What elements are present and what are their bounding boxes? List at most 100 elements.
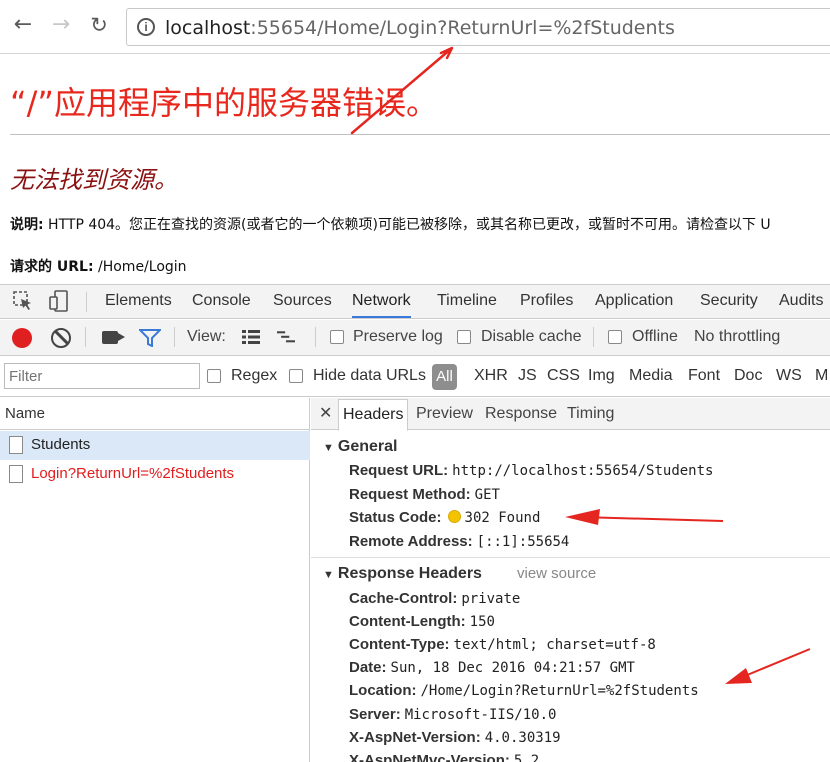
filter-type-doc[interactable]: Doc	[734, 367, 762, 385]
clear-icon[interactable]	[51, 328, 71, 348]
filter-type-font[interactable]: Font	[688, 367, 720, 385]
preserve-log-checkbox[interactable]	[330, 330, 344, 344]
header-row: X-AspNet-Version: 4.0.30319	[349, 729, 561, 746]
requested-url-label: 请求的 URL:	[10, 259, 94, 275]
header-value: 150	[469, 614, 495, 630]
forward-arrow-icon[interactable]: →	[48, 12, 74, 38]
address-url[interactable]: localhost:55654/Home/Login?ReturnUrl=%2f…	[165, 17, 675, 39]
filter-type-ws[interactable]: WS	[776, 367, 802, 385]
document-icon	[9, 465, 23, 483]
close-icon[interactable]: ✕	[319, 403, 332, 423]
filter-type-xhr[interactable]: XHR	[474, 367, 508, 385]
devtools-panel: Elements Console Sources Network Timelin…	[0, 284, 830, 762]
back-arrow-icon[interactable]: ←	[10, 12, 36, 38]
header-row: Content-Type: text/html; charset=utf-8	[349, 636, 656, 653]
toolbar-separator	[174, 327, 175, 347]
tab-security[interactable]: Security	[700, 292, 758, 310]
header-key: Remote Address:	[349, 533, 473, 550]
offline-label: Offline	[632, 328, 678, 345]
filter-type-all[interactable]: All	[432, 364, 457, 390]
tab-preview[interactable]: Preview	[416, 405, 473, 423]
tab-network[interactable]: Network	[352, 292, 411, 318]
header-value: /Home/Login?ReturnUrl=%2fStudents	[420, 683, 699, 699]
large-rows-icon[interactable]	[242, 330, 260, 344]
status-dot-icon	[447, 510, 461, 523]
header-value: http://localhost:55654/Students	[452, 463, 714, 479]
general-section-header[interactable]: ▼ General	[323, 438, 397, 456]
header-value: 4.0.30319	[484, 730, 561, 746]
tab-timeline[interactable]: Timeline	[437, 292, 497, 310]
toolbar-separator	[85, 327, 86, 347]
tab-audits[interactable]: Audits	[779, 292, 823, 310]
toolbar-separator	[593, 327, 594, 347]
address-bar[interactable]: i localhost:55654/Home/Login?ReturnUrl=%…	[126, 8, 830, 46]
header-row: Status Code: 302 Found	[349, 509, 540, 526]
tab-console[interactable]: Console	[192, 292, 251, 310]
detail-tabbar: ✕ Headers Preview Response Timing	[311, 398, 830, 431]
tab-application[interactable]: Application	[595, 292, 673, 310]
filter-type-css[interactable]: CSS	[547, 367, 580, 385]
tab-profiles[interactable]: Profiles	[520, 292, 573, 310]
header-key: Request URL:	[349, 462, 449, 479]
section-divider	[311, 557, 830, 558]
response-headers-title: Response Headers	[337, 565, 482, 582]
response-headers-section-header[interactable]: ▼ Response Headers	[323, 565, 482, 583]
header-row: Cache-Control: private	[349, 590, 520, 607]
tab-sources[interactable]: Sources	[273, 292, 332, 310]
hide-data-urls-label: Hide data URLs	[313, 367, 426, 384]
disable-cache-checkbox[interactable]	[457, 330, 471, 344]
url-path: :55654/Home/Login?ReturnUrl=%2fStudents	[250, 17, 675, 39]
preserve-log-label: Preserve log	[353, 328, 443, 345]
request-row[interactable]: Students	[0, 431, 310, 460]
header-value: 5.2	[513, 753, 540, 762]
regex-checkbox[interactable]	[207, 369, 221, 383]
request-name: Login?ReturnUrl=%2fStudents	[31, 465, 235, 482]
request-row[interactable]: Login?ReturnUrl=%2fStudents	[0, 460, 310, 489]
browser-toolbar: ← → ↻ i localhost:55654/Home/Login?Retur…	[0, 0, 830, 54]
devtools-tabbar: Elements Console Sources Network Timelin…	[0, 285, 830, 319]
filter-type-media[interactable]: Media	[629, 367, 673, 385]
tab-headers[interactable]: Headers	[338, 399, 409, 431]
description-label: 说明:	[10, 217, 44, 233]
disable-cache-label: Disable cache	[481, 328, 582, 345]
waterfall-icon[interactable]	[277, 330, 295, 344]
device-mode-icon[interactable]	[48, 290, 70, 312]
header-key: Content-Type:	[349, 636, 450, 653]
capture-screenshots-icon[interactable]	[102, 331, 125, 344]
header-key: Cache-Control:	[349, 590, 458, 607]
hide-data-urls-checkbox[interactable]	[289, 369, 303, 383]
toolbar-separator	[315, 327, 316, 347]
name-column-header[interactable]: Name	[0, 398, 310, 430]
record-icon[interactable]	[12, 328, 32, 348]
tab-elements[interactable]: Elements	[105, 292, 172, 310]
header-key: X-AspNetMvc-Version:	[349, 752, 510, 762]
filter-input[interactable]	[4, 363, 200, 389]
filter-type-js[interactable]: JS	[518, 367, 537, 385]
header-key: X-AspNet-Version:	[349, 729, 481, 746]
offline-checkbox[interactable]	[608, 330, 622, 344]
header-key: Request Method:	[349, 486, 471, 503]
tab-timing[interactable]: Timing	[567, 405, 614, 423]
info-icon[interactable]: i	[137, 18, 155, 36]
description-text: HTTP 404。您正在查找的资源(或者它的一个依赖项)可能已被移除，或其名称已…	[43, 217, 771, 233]
regex-label: Regex	[231, 367, 278, 384]
requested-url: 请求的 URL: /Home/Login	[10, 256, 187, 276]
header-value: GET	[474, 487, 500, 503]
header-key: Date:	[349, 659, 387, 676]
throttling-select[interactable]: No throttling	[694, 328, 780, 346]
view-source-link[interactable]: view source	[517, 565, 596, 582]
filter-icon[interactable]	[139, 329, 161, 347]
inspect-element-icon[interactable]	[12, 290, 34, 312]
tab-response[interactable]: Response	[485, 405, 557, 423]
header-row: Request Method: GET	[349, 486, 500, 503]
reload-icon[interactable]: ↻	[86, 12, 112, 38]
header-row: Location:/Home/Login?ReturnUrl=%2fStuden…	[349, 682, 699, 699]
toolbar-separator	[86, 292, 87, 312]
header-key: Location:	[349, 682, 417, 699]
filter-type-img[interactable]: Img	[588, 367, 615, 385]
url-host: localhost	[165, 17, 251, 39]
filter-type-manifest[interactable]: M	[815, 367, 828, 385]
collapse-triangle-icon: ▼	[323, 569, 334, 581]
header-value: 302 Found	[464, 510, 541, 526]
filter-bar: Regex Hide data URLs All XHR JS CSS Img …	[0, 357, 830, 397]
